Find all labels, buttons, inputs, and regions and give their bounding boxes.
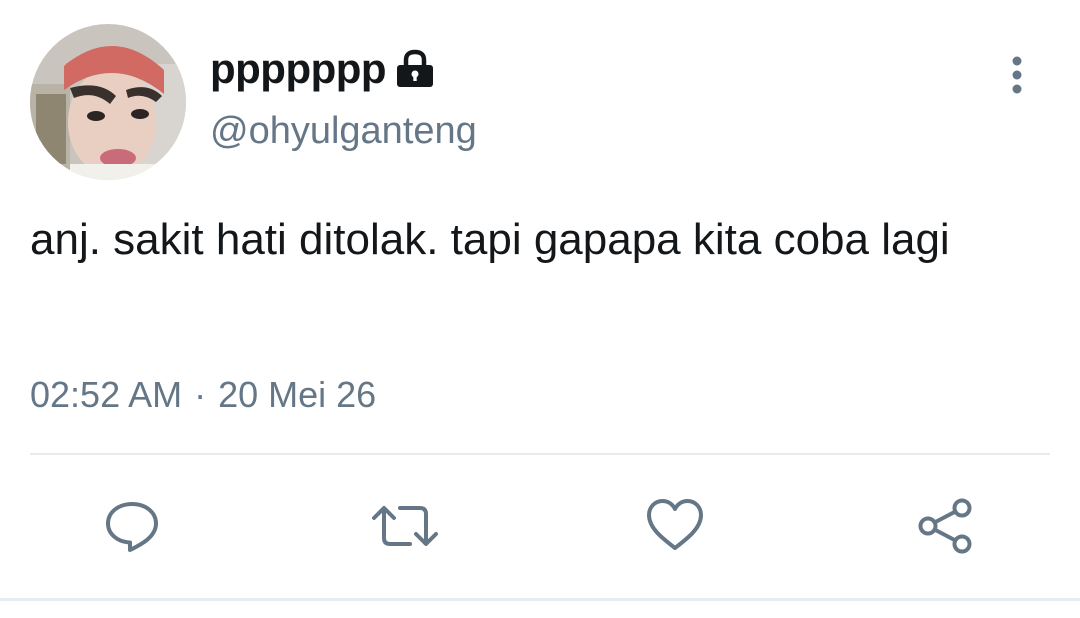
more-vertical-icon [1012, 56, 1022, 94]
tweet-timestamp[interactable]: 02:52 AM · 20 Mei 26 [30, 374, 376, 416]
avatar-photo [30, 24, 186, 180]
timestamp-separator: · [194, 374, 207, 415]
retweet-icon [372, 506, 438, 546]
share-button[interactable] [914, 496, 974, 556]
share-icon [918, 498, 972, 554]
display-name-row: ppppppp [210, 44, 436, 94]
tweet-time: 02:52 AM [30, 374, 183, 415]
like-button[interactable] [644, 496, 704, 556]
lock-icon [394, 48, 436, 90]
tweet-date: 20 Mei 26 [218, 374, 377, 415]
display-name[interactable]: ppppppp [210, 45, 387, 93]
bottom-divider [0, 598, 1080, 601]
tweet-text: anj. sakit hati ditolak. tapi gapapa kit… [30, 215, 950, 264]
avatar[interactable] [30, 24, 186, 180]
reply-bubble-icon [106, 502, 158, 552]
heart-icon [647, 499, 703, 550]
reply-button[interactable] [102, 496, 162, 556]
tweet-card: ppppppp @ohyulganteng anj. sakit hati di… [0, 0, 1080, 618]
divider [30, 453, 1050, 455]
user-handle[interactable]: @ohyulganteng [210, 110, 477, 153]
more-options-button[interactable] [996, 52, 1040, 100]
retweet-button[interactable] [370, 496, 438, 556]
